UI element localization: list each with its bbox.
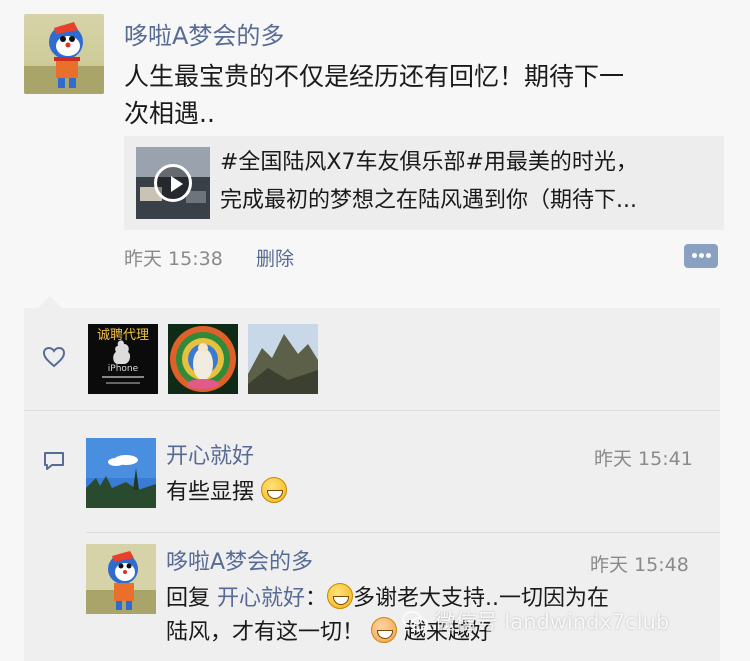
comment-text-body: 陆风，才有这一切！ [166, 620, 365, 645]
video-thumbnail[interactable] [136, 147, 210, 219]
liker-avatar[interactable]: 诚聘代理 iPhone [88, 324, 158, 394]
reply-target-name[interactable]: 开心就好 [217, 586, 305, 611]
liker-avatar[interactable] [168, 324, 238, 394]
post-author-name[interactable]: 哆啦A梦会的多 [124, 16, 284, 51]
link-title-line2: 完成最初的梦想之在陆风遇到你（期待下... [220, 188, 637, 213]
wechat-logo-icon [402, 610, 428, 637]
shared-link-card[interactable]: #全国陆风X7车友俱乐部#用最美的时光， 完成最初的梦想之在陆风遇到你（期待下.… [124, 136, 724, 230]
panel-arrow [38, 296, 62, 308]
comment-text: 有些显摆 [166, 476, 288, 510]
wechat-watermark: 微信号 landwindx7club [402, 606, 669, 637]
commenter-name[interactable]: 哆啦A梦会的多 [166, 544, 313, 576]
comment-timestamp: 昨天 15:41 [594, 448, 693, 470]
reply-colon: ： [305, 586, 328, 611]
post-text-line1: 人生最宝贵的不仅是经历还有回忆！期待下一 [124, 62, 625, 91]
commenter-name[interactable]: 开心就好 [166, 438, 254, 470]
delete-button[interactable]: 删除 [256, 244, 294, 271]
liker-avatar[interactable] [248, 324, 318, 394]
cat-emoji-icon [371, 617, 398, 643]
more-actions-button[interactable] [684, 244, 718, 268]
comment-icon [42, 450, 66, 476]
comment-timestamp: 昨天 15:48 [590, 554, 689, 576]
commenter-avatar[interactable] [86, 438, 156, 508]
liker-avatar-small-text: iPhone [107, 364, 139, 374]
post-timestamp: 昨天 15:38 [124, 248, 223, 270]
liker-avatar-caption: 诚聘代理 [96, 328, 149, 343]
play-icon[interactable] [154, 164, 192, 202]
grin-emoji-icon [261, 477, 288, 503]
heart-outline-icon [42, 346, 66, 372]
author-avatar[interactable] [24, 14, 104, 94]
link-title-line1: #全国陆风X7车友俱乐部#用最美的时光， [220, 150, 638, 175]
comment-text-body: 有些显摆 [166, 480, 255, 505]
commenter-avatar[interactable] [86, 544, 156, 614]
interaction-panel: 诚聘代理 iPhone 开心就好 昨天 15:41 有些显摆 哆啦A梦会的多 昨… [24, 308, 720, 661]
divider [86, 532, 720, 533]
grin-emoji-icon [327, 583, 354, 609]
post-text-line2: 次相遇.. [124, 99, 215, 128]
reply-prefix: 回复 [166, 586, 211, 611]
divider [24, 410, 720, 411]
watermark-text: 微信号 landwindx7club [434, 610, 670, 634]
